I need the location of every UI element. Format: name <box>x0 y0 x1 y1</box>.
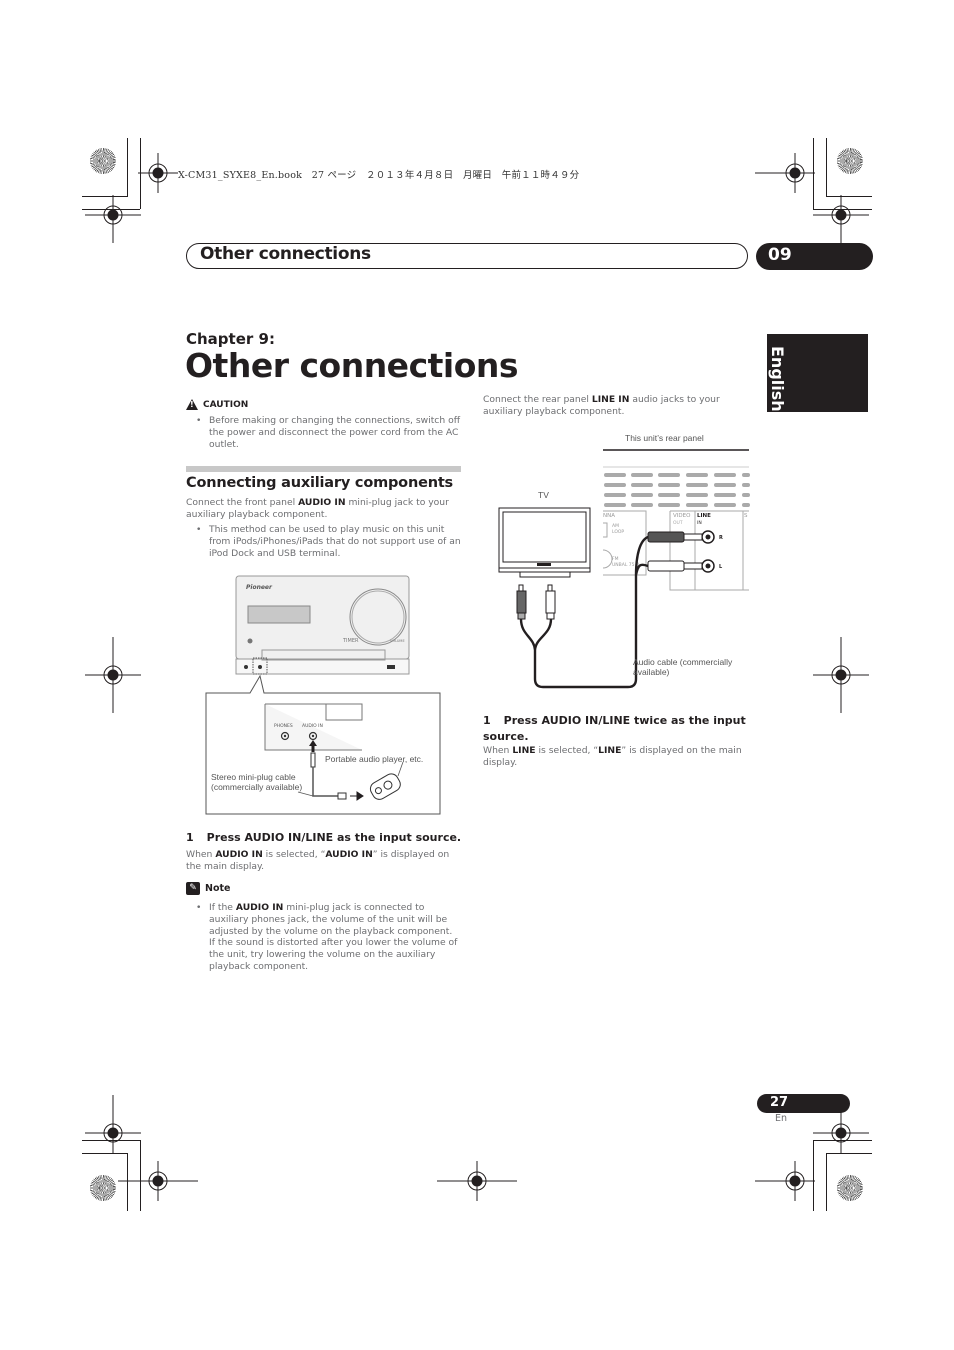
svg-text:VOLUME: VOLUME <box>390 639 405 643</box>
print-info-line: X-CM31_SYXE8_En.book 27 ページ ２０１３年４月８日 月曜… <box>178 170 580 181</box>
svg-text:L: L <box>719 564 723 570</box>
step-rear-desc: When LINE is selected, “LINE” is display… <box>483 745 742 768</box>
section-bullet: • This method can be used to play music … <box>196 524 461 559</box>
display-window <box>247 605 311 624</box>
audio-in-jack <box>258 665 262 669</box>
brand-logo: Pioneer <box>246 584 273 591</box>
white-plug <box>647 560 685 572</box>
step-front-title: 1 Press AUDIO IN/LINE as the input source… <box>186 831 462 844</box>
page-number: 27 <box>770 1095 789 1110</box>
svg-text:S: S <box>744 513 748 519</box>
chapter-title: Other connections <box>185 346 519 385</box>
caution-label: CAUTION <box>203 399 249 410</box>
svg-text:NNA: NNA <box>603 513 615 519</box>
tv-icon <box>498 507 591 578</box>
svg-text:AUDIO IN: AUDIO IN <box>302 723 323 729</box>
section-title: Connecting auxiliary components <box>186 475 453 491</box>
svg-text:AM: AM <box>612 523 619 529</box>
svg-text:R: R <box>719 535 723 541</box>
section-divider <box>186 466 461 472</box>
step-rear-title: 1 Press AUDIO IN/LINE twice as the input … <box>483 714 746 743</box>
note-item: • If the AUDIO IN mini-plug jack is conn… <box>196 902 458 972</box>
svg-text:VIDEO: VIDEO <box>673 513 691 519</box>
caution-text: Before making or changing the connection… <box>209 415 461 450</box>
rca-plugs <box>516 584 556 620</box>
line-in-r-jack <box>701 530 715 544</box>
note-heading: ✎ Note <box>186 882 230 895</box>
svg-text:OUT: OUT <box>673 520 683 526</box>
pencil-note-icon: ✎ <box>186 882 200 895</box>
standby-button <box>247 638 253 644</box>
chapter-number: 09 <box>768 245 792 265</box>
line-in-l-jack <box>701 559 715 573</box>
svg-text:LOOP: LOOP <box>612 529 624 535</box>
mini-plug-cable-label: Stereo mini-plug cable (commercially ava… <box>211 772 303 792</box>
page-language: En <box>775 1113 788 1124</box>
audio-cable-label: Audio cable (commercially available) <box>633 657 733 677</box>
registration-targets <box>85 153 869 1201</box>
rear-intro: Connect the rear panel LINE IN audio jac… <box>483 394 720 417</box>
step-front-desc: When AUDIO IN is selected, “AUDIO IN” is… <box>186 849 450 872</box>
rear-panel-label: This unit’s rear panel <box>625 433 704 443</box>
svg-text:PHONES: PHONES <box>274 723 293 729</box>
rear-vents <box>604 473 750 507</box>
portable-player-label: Portable audio player, etc. <box>325 754 424 764</box>
language-tab-label: English <box>768 346 787 412</box>
caution-item: • Before making or changing the connecti… <box>196 415 461 450</box>
svg-text:FM: FM <box>612 556 619 562</box>
section-intro: Connect the front panel AUDIO IN mini-pl… <box>186 497 449 520</box>
red-plug <box>647 531 685 543</box>
svg-text:IN: IN <box>697 520 702 526</box>
usb-port <box>387 665 395 669</box>
warning-triangle-icon <box>186 399 198 410</box>
svg-text:LINE: LINE <box>697 513 711 519</box>
phones-jack <box>244 665 248 669</box>
header-section-title: Other connections <box>200 244 371 264</box>
svg-text:TIMER: TIMER <box>342 638 359 644</box>
caution-heading: CAUTION <box>186 399 248 410</box>
